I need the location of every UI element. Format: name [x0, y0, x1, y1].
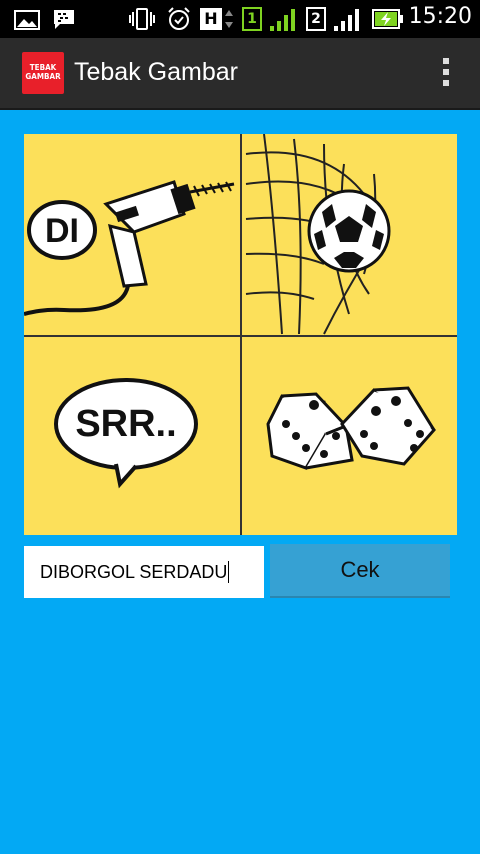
picture-icon [14, 10, 40, 30]
dice-icon [266, 386, 436, 470]
clock: 15:20 [408, 4, 472, 29]
alarm-icon [168, 7, 190, 30]
check-button[interactable]: Cek [270, 544, 450, 598]
battery-charging-icon [372, 9, 403, 29]
action-bar: TEBAK GAMBAR Tebak Gambar [0, 38, 480, 110]
answer-input[interactable]: DIBORGOL SERDADU [24, 546, 264, 598]
drill-handle [107, 223, 148, 288]
h-network-icon: H [200, 8, 222, 30]
drill-cable [24, 285, 130, 316]
signal-icon [270, 9, 295, 31]
data-arrows-icon [225, 10, 233, 28]
app-title: Tebak Gambar [74, 58, 238, 86]
panel-speech-bubble: SRR.. [54, 378, 198, 489]
di-text: DI [45, 212, 79, 250]
sim1-icon: 1 [242, 7, 262, 31]
overflow-menu-icon[interactable] [442, 58, 450, 90]
bbm-icon [54, 10, 74, 29]
text-cursor [228, 561, 230, 583]
panel-drill: DI [24, 180, 235, 316]
answer-value: DIBORGOL SERDADU [40, 561, 228, 582]
app-logo-line1: TEBAK [29, 63, 57, 72]
status-bar: H 1 2 15:20 [0, 0, 480, 38]
soccer-ball-icon [307, 189, 391, 273]
signal-2-icon [334, 9, 359, 31]
srr-text: SRR.. [75, 403, 176, 445]
app-logo-line2: GAMBAR [25, 72, 61, 81]
puzzle-image: DI SRR.. [24, 134, 457, 535]
sim2-icon: 2 [306, 7, 326, 31]
vibrate-icon [129, 8, 155, 30]
app-logo-icon: TEBAK GAMBAR [22, 52, 64, 94]
